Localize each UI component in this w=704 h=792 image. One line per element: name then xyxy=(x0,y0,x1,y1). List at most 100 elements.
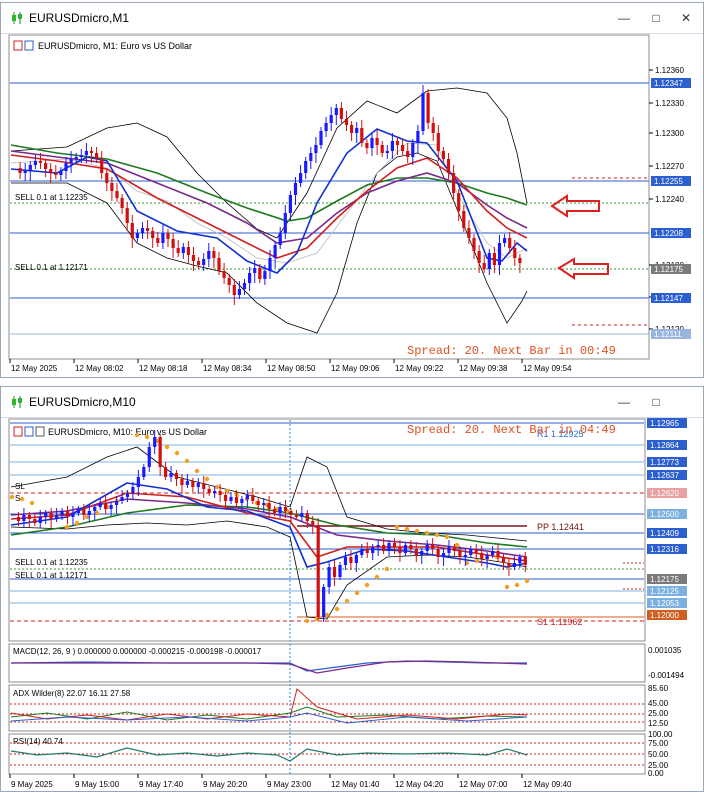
candle-body xyxy=(339,108,343,119)
candle-body xyxy=(207,251,211,259)
price-tag: 1.12000 xyxy=(650,611,679,620)
candle-body xyxy=(262,503,266,505)
candle-body xyxy=(387,543,391,551)
close-button[interactable]: ✕ xyxy=(677,9,695,27)
candle-body xyxy=(467,228,471,238)
candle-body xyxy=(309,153,313,161)
candle-body xyxy=(283,507,288,511)
sar-dot xyxy=(514,582,520,588)
candle-body xyxy=(477,251,481,263)
sar-dot xyxy=(304,618,310,624)
rsi-tick-3: 50.00 xyxy=(648,750,669,759)
candle-body xyxy=(251,495,255,501)
candle-body xyxy=(164,467,168,477)
candle-body xyxy=(293,183,298,195)
candle-body xyxy=(171,239,175,248)
chart-header: EURUSDmicro, M1: Euro vs US Dollar xyxy=(38,41,192,51)
window-titlebar[interactable]: EURUSDmicro,M1 — □ ✕ xyxy=(1,3,703,34)
candle-body xyxy=(125,208,129,223)
time-label: 12 May 2025 xyxy=(11,364,58,373)
sar-dot xyxy=(334,606,340,612)
minimize-button[interactable]: — xyxy=(615,393,633,411)
candle-body xyxy=(457,193,461,211)
candle-body xyxy=(76,509,80,513)
adx-tick-4: 12.50 xyxy=(648,719,669,728)
candle-body xyxy=(485,555,489,559)
time-label: 12 May 08:02 xyxy=(75,364,124,373)
price-tag: 1.12409 xyxy=(650,529,679,538)
time-axis: 12 May 2025 12 May 08:02 12 May 08:18 12 Ma… xyxy=(9,359,572,373)
candle-body xyxy=(441,553,446,557)
candle-body xyxy=(158,437,162,467)
candle-body xyxy=(197,261,201,265)
candle-body xyxy=(385,151,389,153)
price-chart-m10[interactable]: EURUSDmicro, M10: Euro vs US Dollar SL S… xyxy=(7,417,699,791)
sl-label: SL xyxy=(15,482,25,491)
candle-body xyxy=(283,213,287,233)
candle-body xyxy=(273,509,277,513)
candle-body xyxy=(329,115,333,123)
time-label: 12 May 01:40 xyxy=(331,780,380,789)
candle-body xyxy=(110,183,114,191)
candle-body xyxy=(441,151,445,159)
candle-body xyxy=(355,128,359,133)
candle-body xyxy=(223,495,228,501)
price-tag: 1.12175 xyxy=(654,265,683,274)
candle-body xyxy=(104,503,108,509)
candle-body xyxy=(395,141,400,145)
candle-body xyxy=(54,173,58,175)
candle-body xyxy=(153,437,157,447)
time-label: 12 May 09:22 xyxy=(395,364,444,373)
candle-body xyxy=(151,231,155,238)
maximize-button[interactable]: □ xyxy=(647,9,665,27)
candle-body xyxy=(324,123,328,131)
candle-body xyxy=(217,258,221,271)
candle-body xyxy=(65,511,70,517)
candle-body xyxy=(93,507,97,511)
candle-body xyxy=(98,503,102,507)
candle-body xyxy=(360,128,364,143)
candle-body xyxy=(322,587,326,617)
candle-body xyxy=(375,138,379,145)
window-title: EURUSDmicro,M10 xyxy=(29,395,136,409)
candle-body xyxy=(33,519,37,523)
candle-body xyxy=(181,247,185,253)
sar-dot xyxy=(214,484,220,490)
candle-body xyxy=(425,545,429,551)
candle-body xyxy=(497,243,502,265)
s-label: S xyxy=(15,494,20,503)
candle-body xyxy=(299,173,303,183)
price-chart-m1[interactable]: EURUSDmicro, M1: Euro vs US Dollar SELL … xyxy=(7,33,699,377)
candle-body xyxy=(469,549,473,555)
candle-body xyxy=(161,233,165,243)
candle-body xyxy=(202,483,206,489)
candle-body xyxy=(87,511,91,515)
time-label: 12 May 08:34 xyxy=(203,364,252,373)
sar-dot xyxy=(64,524,70,530)
maximize-button[interactable]: □ xyxy=(647,393,665,411)
candle-body xyxy=(174,473,179,479)
candle-body xyxy=(431,123,435,133)
price-tag: 1.12316 xyxy=(650,545,679,554)
candle-body xyxy=(245,495,249,499)
candle-body xyxy=(446,159,451,173)
candle-body xyxy=(376,545,380,547)
candle-body xyxy=(229,497,233,501)
s1-label: S1 1.11962 xyxy=(537,617,582,627)
candle-body xyxy=(452,547,457,551)
candle-body xyxy=(109,505,113,509)
sar-dot xyxy=(354,590,360,596)
candle-body xyxy=(370,138,374,148)
minimize-button[interactable]: — xyxy=(615,9,633,27)
sar-dot xyxy=(174,450,180,456)
sar-dot xyxy=(324,612,330,618)
price-tag: 1.12255 xyxy=(654,177,683,186)
candle-body xyxy=(409,545,413,549)
candle-body xyxy=(421,93,425,131)
chart-candles-icon xyxy=(12,12,22,24)
candle-body xyxy=(267,503,271,509)
chart-candles-icon xyxy=(12,396,22,408)
candle-body xyxy=(146,228,150,231)
window-titlebar[interactable]: EURUSDmicro,M10 — □ xyxy=(1,387,703,418)
candle-body xyxy=(82,509,86,515)
